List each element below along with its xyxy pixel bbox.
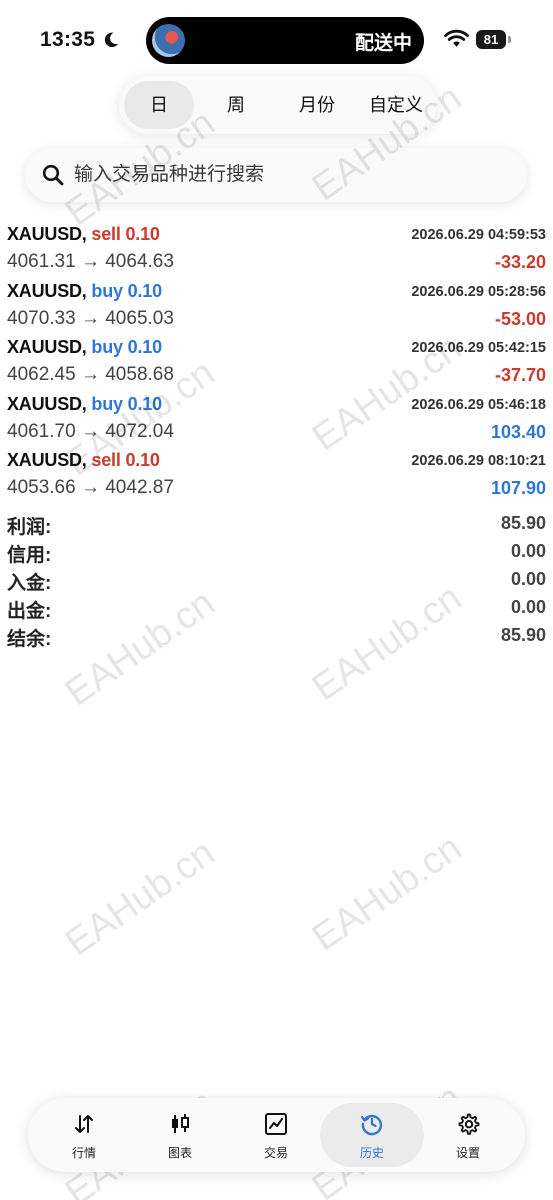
summary-row-balance: 结余: 85.90 — [0, 622, 553, 650]
trade-profit: 107.90 — [490, 478, 546, 498]
nav-label: 行情 — [71, 1146, 96, 1160]
trade-side: sell — [91, 224, 121, 244]
summary-value: 85.90 — [500, 513, 546, 533]
wifi-icon — [444, 29, 469, 47]
tab-day[interactable]: 日 — [124, 81, 194, 129]
dynamic-island[interactable]: 配送中 — [146, 17, 424, 64]
candlestick-icon — [172, 1114, 189, 1133]
summary-value: 0.00 — [510, 541, 546, 561]
trade-prices: 4053.66 → 4042.87 — [7, 477, 174, 498]
search-icon — [42, 164, 64, 186]
watermark: EAHub.cn — [58, 831, 223, 965]
gear-icon — [458, 1113, 480, 1135]
trade-side: buy — [91, 280, 123, 301]
trade-time: 2026.06.29 05:46:18 — [411, 396, 546, 413]
nav-label: 图表 — [167, 1146, 192, 1160]
trade-symbol: XAUUSD, — [7, 393, 87, 414]
trade-symbol: XAUUSD, — [7, 224, 87, 244]
moon-icon — [104, 32, 119, 48]
trade-time: 2026.06.29 05:28:56 — [411, 283, 546, 300]
trade-symbol-line: XAUUSD, buy 0.10 — [7, 394, 162, 415]
summary: 利润: 85.90 信用: 0.00 入金: 0.00 出金: 0.00 结余:… — [0, 510, 553, 650]
watermark: EAHub.cn — [305, 826, 470, 960]
tab-month[interactable]: 月份 — [282, 81, 352, 129]
trade-symbol-line: XAUUSD, sell 0.10 — [7, 450, 160, 471]
trade-time: 2026.06.29 08:10:21 — [411, 453, 546, 469]
trade-symbol-line: XAUUSD, buy 0.10 — [7, 281, 162, 302]
trade-row[interactable]: XAUUSD, buy 0.10 2026.06.29 05:42:15 406… — [0, 335, 553, 392]
trade-prices: 4061.70 → 4072.04 — [7, 420, 174, 442]
trade-chart-icon — [265, 1113, 287, 1135]
delivery-avatar — [152, 24, 185, 57]
trade-profit: -53.00 — [494, 308, 546, 329]
trade-row[interactable]: XAUUSD, buy 0.10 2026.06.29 05:28:56 407… — [0, 279, 553, 336]
quotes-arrows-icon — [75, 1115, 93, 1133]
summary-row-withdrawal: 出金: 0.00 — [0, 594, 553, 622]
summary-label: 结余: — [7, 629, 52, 650]
nav-label: 设置 — [455, 1146, 480, 1160]
nav-label: 交易 — [263, 1146, 288, 1160]
battery-nub — [508, 36, 511, 43]
status-bar: 13:35 配送中 81 — [0, 0, 553, 66]
trade-volume: 0.10 — [125, 224, 160, 244]
trade-prices: 4062.45 → 4058.68 — [7, 364, 174, 385]
trade-symbol: XAUUSD, — [7, 450, 87, 470]
summary-value: 0.00 — [510, 569, 546, 589]
bottom-nav: 行情 图表 交易 历史 设置 — [28, 1098, 525, 1172]
summary-label: 利润: — [7, 517, 52, 538]
period-tabs: 日 周 月份 自定义 — [119, 76, 437, 134]
island-text: 配送中 — [354, 33, 412, 54]
search-box[interactable] — [25, 148, 527, 202]
trade-row[interactable]: XAUUSD, buy 0.10 2026.06.29 05:46:18 406… — [0, 392, 553, 449]
summary-label: 信用: — [7, 545, 52, 566]
trade-symbol-line: XAUUSD, buy 0.10 — [7, 337, 162, 358]
summary-value: 85.90 — [500, 625, 546, 645]
summary-value: 0.00 — [510, 597, 546, 617]
trade-row[interactable]: XAUUSD, sell 0.10 2026.06.29 08:10:21 40… — [0, 448, 553, 505]
trade-prices: 4070.33 → 4065.03 — [7, 307, 174, 329]
summary-row-profit: 利润: 85.90 — [0, 510, 553, 538]
trade-volume: 0.10 — [127, 393, 162, 414]
trade-time: 2026.06.29 04:59:53 — [411, 227, 546, 243]
trade-list: XAUUSD, sell 0.10 2026.06.29 04:59:53 40… — [0, 222, 553, 505]
summary-row-credit: 信用: 0.00 — [0, 538, 553, 566]
summary-row-deposit: 入金: 0.00 — [0, 566, 553, 594]
trade-row[interactable]: XAUUSD, sell 0.10 2026.06.29 04:59:53 40… — [0, 222, 553, 279]
summary-label: 入金: — [7, 573, 52, 594]
tab-custom[interactable]: 自定义 — [359, 81, 433, 129]
trade-symbol: XAUUSD, — [7, 280, 87, 301]
nav-item-quotes[interactable]: 行情 — [36, 1098, 132, 1172]
trade-profit: -37.70 — [494, 365, 546, 385]
status-time: 13:35 — [40, 28, 96, 51]
trade-side: buy — [91, 337, 123, 357]
nav-item-history[interactable]: 历史 — [320, 1103, 424, 1167]
trade-prices: 4061.31 → 4064.63 — [7, 251, 174, 272]
history-clock-icon — [360, 1114, 383, 1136]
summary-label: 出金: — [7, 601, 52, 622]
battery-icon: 81 — [476, 30, 506, 49]
search-input[interactable] — [74, 148, 504, 202]
trade-side: buy — [91, 393, 123, 414]
nav-label: 历史 — [359, 1146, 384, 1160]
trade-symbol: XAUUSD, — [7, 337, 87, 357]
trade-volume: 0.10 — [125, 450, 160, 470]
nav-item-charts[interactable]: 图表 — [132, 1098, 228, 1172]
trade-volume: 0.10 — [127, 280, 162, 301]
trade-time: 2026.06.29 05:42:15 — [411, 340, 546, 356]
trade-volume: 0.10 — [127, 337, 162, 357]
trade-side: sell — [91, 450, 121, 470]
trade-profit: 103.40 — [490, 421, 546, 442]
trade-profit: -33.20 — [494, 252, 546, 272]
nav-item-settings[interactable]: 设置 — [420, 1098, 516, 1172]
trade-symbol-line: XAUUSD, sell 0.10 — [7, 224, 160, 245]
nav-item-trade[interactable]: 交易 — [228, 1098, 324, 1172]
tab-week[interactable]: 周 — [201, 81, 271, 129]
